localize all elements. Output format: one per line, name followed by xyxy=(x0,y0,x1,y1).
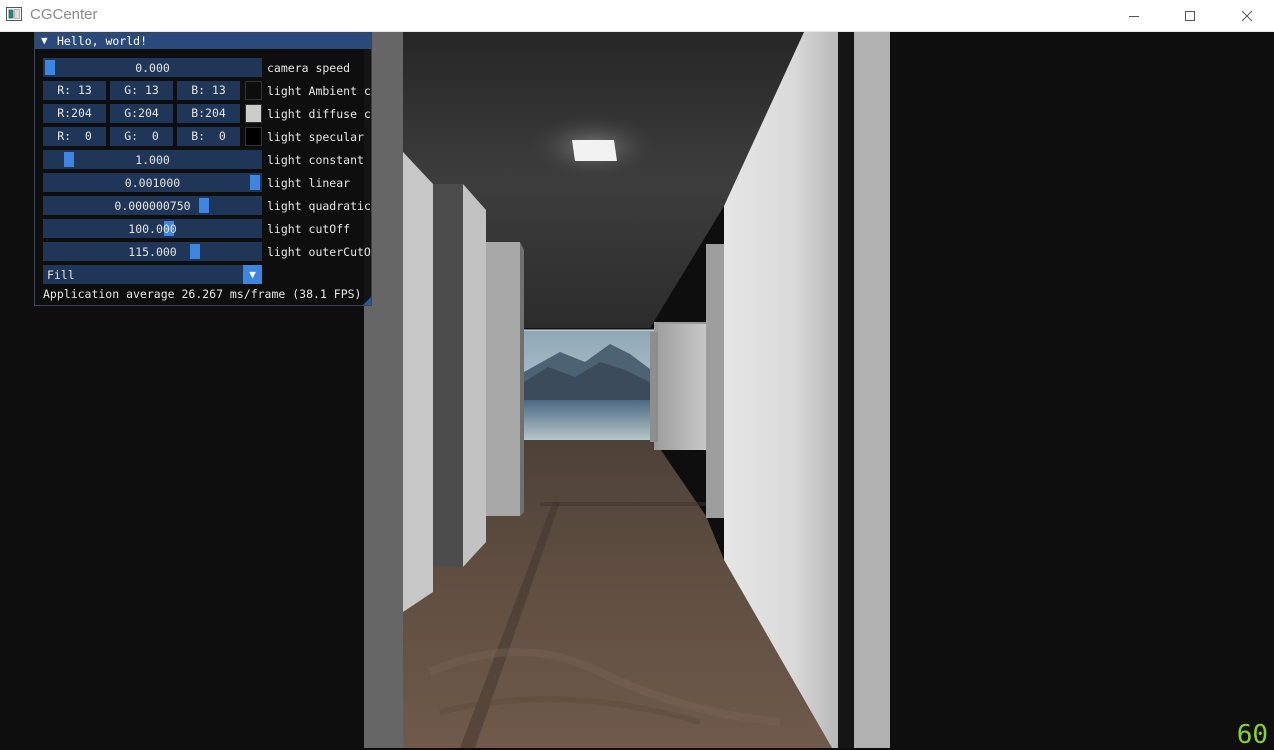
light-quadratic-label: light quadratic xyxy=(267,199,371,213)
ambient-b-input[interactable]: B: 13 xyxy=(177,81,240,100)
app-icon xyxy=(6,7,22,21)
light-constant-slider[interactable]: 1.000 xyxy=(43,150,262,169)
imgui-panel[interactable]: ▼ Hello, world! 0.000 camera speed R: 13… xyxy=(34,32,372,306)
light-specular-label: light specular xyxy=(267,130,364,144)
fps-stats-text: Application average 26.267 ms/frame (38.… xyxy=(43,287,362,301)
diffuse-r-input[interactable]: R:204 xyxy=(43,104,106,123)
light-cutoff-label: light cutOff xyxy=(267,222,351,236)
panel-title: Hello, world! xyxy=(57,34,148,48)
close-button[interactable] xyxy=(1224,0,1270,31)
light-cutoff-value: 100.000 xyxy=(128,222,177,236)
ambient-g-input[interactable]: G: 13 xyxy=(110,81,173,100)
close-icon xyxy=(1241,10,1253,21)
light-ambient-label: light Ambient c xyxy=(267,84,371,98)
diffuse-color-swatch[interactable] xyxy=(245,104,262,123)
window-title: CGCenter xyxy=(30,6,98,23)
light-outercutoff-value: 115.000 xyxy=(128,245,177,259)
ambient-r-input[interactable]: R: 13 xyxy=(43,81,106,100)
panel-title-bar[interactable]: ▼ Hello, world! xyxy=(35,33,371,49)
diffuse-g-input[interactable]: G:204 xyxy=(110,104,173,123)
camera-speed-label: camera speed xyxy=(267,61,351,75)
specular-b-input[interactable]: B: 0 xyxy=(177,127,240,146)
light-quadratic-value: 0.000000750 xyxy=(114,199,191,213)
specular-r-input[interactable]: R: 0 xyxy=(43,127,106,146)
light-constant-label: light constant xyxy=(267,153,364,167)
camera-speed-value: 0.000 xyxy=(135,61,170,75)
camera-speed-slider[interactable]: 0.000 xyxy=(43,58,262,77)
light-linear-slider[interactable]: 0.001000 xyxy=(43,173,262,192)
ambient-color-swatch[interactable] xyxy=(245,81,262,100)
collapse-triangle-down-icon[interactable]: ▼ xyxy=(41,34,48,47)
specular-color-swatch[interactable] xyxy=(245,127,262,146)
maximize-button[interactable] xyxy=(1167,0,1213,31)
light-linear-label: light linear xyxy=(267,176,351,190)
light-constant-value: 1.000 xyxy=(135,153,170,167)
resize-grip[interactable] xyxy=(363,297,371,305)
light-diffuse-label: light diffuse c xyxy=(267,107,371,121)
light-linear-value: 0.001000 xyxy=(124,176,181,190)
diffuse-b-input[interactable]: B:204 xyxy=(177,104,240,123)
polygon-mode-value: Fill xyxy=(47,268,75,282)
maximize-icon xyxy=(1185,10,1195,21)
polygon-mode-combo[interactable]: Fill ▼ xyxy=(43,265,262,284)
specular-g-input[interactable]: G: 0 xyxy=(110,127,173,146)
light-outercutoff-slider[interactable]: 115.000 xyxy=(43,242,262,261)
minimize-icon xyxy=(1129,15,1139,17)
light-outercutoff-label: light outerCutO xyxy=(267,245,371,259)
minimize-button[interactable] xyxy=(1111,0,1157,31)
light-quadratic-slider[interactable]: 0.000000750 xyxy=(43,196,262,215)
window-title-bar: CGCenter xyxy=(0,0,1274,32)
fps-counter: 60 xyxy=(1236,720,1268,750)
combo-triangle-down-icon[interactable]: ▼ xyxy=(243,265,262,284)
light-cutoff-slider[interactable]: 100.000 xyxy=(43,219,262,238)
